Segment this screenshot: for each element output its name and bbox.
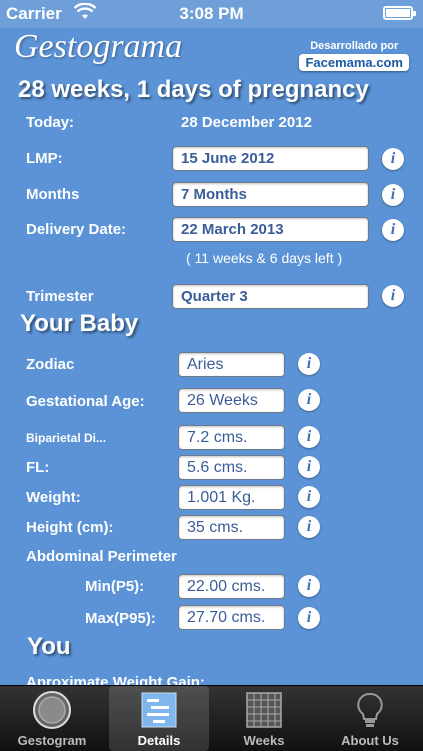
months-field[interactable]: 7 Months: [172, 182, 369, 207]
days-left-note: ( 11 weeks & 6 days left ): [186, 250, 343, 266]
calendar-icon: [246, 692, 282, 728]
abdominal-min-field[interactable]: 22.00 cms.: [178, 574, 285, 599]
trimester-label: Trimester: [26, 288, 94, 305]
weight-label: Weight:: [26, 489, 81, 506]
weight-gain-label: Aproximate Weight Gain:: [26, 674, 205, 685]
tab-gestogram[interactable]: Gestogram: [2, 686, 102, 751]
credit-text: Desarrollado por: [310, 40, 399, 52]
gestational-age-field[interactable]: 26 Weeks: [178, 388, 285, 413]
lmp-field[interactable]: 15 June 2012: [172, 146, 369, 171]
dial-icon: [33, 691, 71, 729]
weight-info-icon[interactable]: i: [298, 486, 320, 508]
zodiac-field[interactable]: Aries: [178, 352, 285, 377]
tab-label: Weeks: [243, 733, 285, 748]
tab-label: About Us: [341, 733, 399, 748]
trimester-field[interactable]: Quarter 3: [172, 284, 369, 309]
zodiac-label: Zodiac: [26, 356, 75, 373]
fl-info-icon[interactable]: i: [298, 456, 320, 478]
tab-about-us[interactable]: About Us: [320, 686, 420, 751]
abdominal-max-info-icon[interactable]: i: [298, 607, 320, 629]
biparietal-info-icon[interactable]: i: [298, 426, 320, 448]
delivery-date-label: Delivery Date:: [26, 221, 127, 238]
tab-label: Details: [137, 733, 181, 748]
status-bar: Carrier 3:08 PM: [0, 0, 423, 28]
abdominal-min-info-icon[interactable]: i: [298, 575, 320, 597]
your-baby-heading: Your Baby: [20, 310, 139, 337]
tab-details[interactable]: Details: [109, 686, 209, 751]
tab-weeks[interactable]: Weeks: [214, 686, 314, 751]
lightbulb-icon: [357, 692, 383, 727]
height-label: Height (cm):: [26, 519, 114, 536]
app-title: Gestograma: [14, 28, 183, 65]
zodiac-info-icon[interactable]: i: [298, 353, 320, 375]
delivery-date-field[interactable]: 22 March 2013: [172, 217, 369, 242]
weight-field[interactable]: 1.001 Kg.: [178, 485, 285, 510]
you-heading: You: [27, 633, 71, 660]
lmp-label: LMP:: [26, 150, 63, 167]
fl-label: FL:: [26, 459, 50, 476]
facemama-logo[interactable]: Facemama.com: [299, 54, 409, 71]
height-info-icon[interactable]: i: [298, 516, 320, 538]
developer-credit[interactable]: Desarrollado por Facemama.com: [299, 40, 409, 71]
abdominal-perimeter-label: Abdominal Perimeter: [26, 548, 177, 565]
biparietal-label: Biparietal Di...: [26, 431, 107, 445]
today-value: 28 December 2012: [181, 114, 312, 131]
height-field[interactable]: 35 cms.: [178, 515, 285, 540]
today-label: Today:: [26, 114, 75, 131]
months-label: Months: [26, 186, 80, 203]
list-icon: [141, 692, 177, 728]
biparietal-field[interactable]: 7.2 cms.: [178, 425, 285, 450]
abdominal-min-label: Min(P5):: [85, 578, 145, 595]
months-info-icon[interactable]: i: [382, 184, 404, 206]
clock: 3:08 PM: [179, 4, 244, 23]
fl-field[interactable]: 5.6 cms.: [178, 455, 285, 480]
abdominal-max-field[interactable]: 27.70 cms.: [178, 605, 285, 630]
delivery-info-icon[interactable]: i: [382, 219, 404, 241]
pregnancy-headline: 28 weeks, 1 days of pregnancy: [18, 76, 369, 103]
gestational-age-label: Gestational Age:: [26, 393, 145, 410]
abdominal-max-label: Max(P95):: [85, 610, 156, 627]
battery-icon: [383, 6, 416, 20]
tab-label: Gestogram: [17, 733, 87, 748]
lmp-info-icon[interactable]: i: [382, 148, 404, 170]
gestational-age-info-icon[interactable]: i: [298, 389, 320, 411]
tab-bar: Gestogram Details Weeks About Us: [0, 685, 423, 751]
trimester-info-icon[interactable]: i: [382, 285, 404, 307]
